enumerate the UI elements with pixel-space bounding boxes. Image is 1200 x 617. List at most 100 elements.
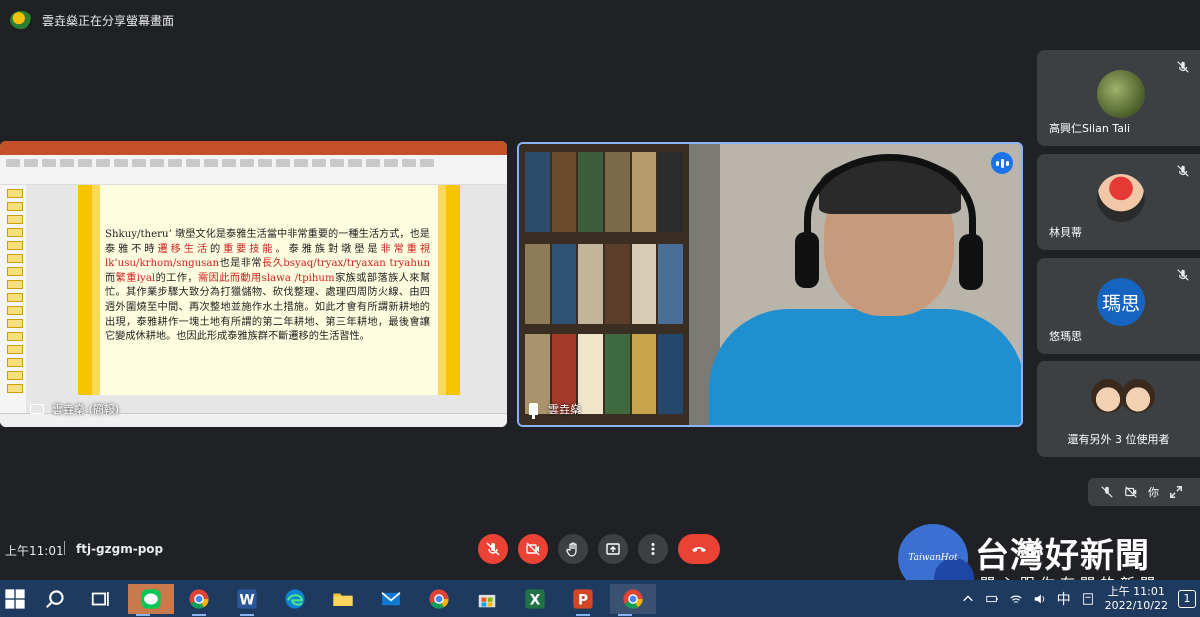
task-view-icon	[91, 592, 109, 606]
svg-text:W: W	[239, 593, 254, 609]
taskbar-app-line[interactable]	[128, 584, 174, 616]
speaker-name: 雲垚燊	[548, 403, 581, 416]
present-screen-button[interactable]	[598, 534, 628, 564]
slide-body-text: Shkuy/theru’ 墩壆文化是泰雅生活當中非常重要的一種生活方式，也是泰雅…	[105, 228, 430, 345]
hang-up-icon	[692, 547, 706, 552]
slide-highlight-term: 因此而	[208, 272, 241, 284]
camera-off-icon	[1125, 486, 1137, 498]
avatar	[1091, 379, 1125, 413]
edge-icon	[285, 589, 305, 609]
mic-off-icon	[1101, 486, 1113, 498]
self-view-chip[interactable]: 你	[1088, 478, 1200, 506]
hand-icon	[566, 542, 577, 557]
slide-highlight-term: 動用slawa /tpihum	[240, 272, 335, 284]
camera-off-icon	[526, 542, 540, 556]
input-language-indicator[interactable]: 中	[1057, 589, 1071, 609]
chrome-icon	[623, 589, 643, 609]
speaking-indicator-icon	[991, 152, 1013, 174]
svg-text:P: P	[578, 593, 588, 609]
chrome-icon	[429, 589, 449, 609]
ppt-titlebar	[0, 141, 507, 155]
line-app-icon	[141, 589, 161, 609]
word-icon: W	[237, 589, 257, 609]
toggle-camera-button[interactable]	[518, 534, 548, 564]
windows-taskbar: W X P 中 上午 11:01 2022/10/22 1	[0, 580, 1200, 617]
start-button[interactable]	[0, 584, 30, 614]
slide-text-segment: 的工作，	[155, 272, 198, 284]
volume-icon[interactable]	[1033, 592, 1047, 606]
bookshelf	[519, 144, 689, 425]
taskbar-app-chrome-meet[interactable]	[610, 584, 656, 616]
leave-call-button[interactable]	[678, 534, 720, 564]
shared-screen-tile[interactable]: Shkuy/theru’ 墩壆文化是泰雅生活當中非常重要的一種生活方式，也是泰雅…	[0, 141, 507, 427]
presenter-label: 雲垚燊 (簡報)	[52, 403, 120, 416]
search-button[interactable]	[40, 584, 70, 614]
system-tray: 中 上午 11:01 2022/10/22 1	[961, 580, 1200, 617]
speaker-shirt	[709, 309, 1021, 425]
slide-highlight-term: 遷移生活	[157, 243, 210, 255]
avatar	[1121, 379, 1155, 413]
more-vert-icon	[651, 543, 655, 555]
screen-share-icon	[30, 404, 44, 414]
mail-icon	[381, 592, 401, 606]
slide-text-segment: 也是非常	[219, 258, 262, 270]
taskbar-app-word[interactable]: W	[232, 584, 262, 616]
presenting-banner: 雲垚燊正在分享螢幕畫面	[0, 0, 1200, 40]
taskbar-app-chrome-profile[interactable]	[184, 584, 214, 616]
mic-off-icon	[1177, 61, 1189, 73]
slide-highlight-term: 需	[197, 272, 209, 284]
participant-name: 悠瑪思	[1049, 330, 1082, 343]
avatar	[1097, 174, 1145, 222]
speaker-video-tile[interactable]: 雲垚燊	[517, 142, 1023, 427]
slide-highlight-term: 繁重iyal	[115, 272, 156, 284]
meeting-code: ftj-gzgm-pop	[76, 542, 164, 556]
meeting-clock: 上午11:01	[5, 544, 64, 558]
slide-text-segment: 的	[209, 243, 224, 255]
svg-text:X: X	[530, 593, 541, 609]
taskbar-app-mail[interactable]	[376, 584, 406, 614]
mic-off-icon	[486, 542, 500, 556]
chevron-up-icon[interactable]	[961, 592, 975, 606]
pin-icon[interactable]	[529, 403, 538, 419]
mic-off-icon	[1177, 165, 1189, 177]
ime-icon[interactable]	[1081, 592, 1095, 606]
expand-icon[interactable]	[1169, 485, 1183, 499]
self-view-label: 你	[1148, 486, 1159, 499]
windows-logo-icon	[5, 589, 25, 609]
more-participants-tile[interactable]: 還有另外 3 位使用者	[1037, 361, 1200, 457]
participant-tile[interactable]: 林貝蒂	[1037, 154, 1200, 250]
chrome-icon	[189, 589, 209, 609]
watermark-title: 台灣好新聞	[975, 536, 1150, 576]
raise-hand-button[interactable]	[558, 534, 588, 564]
notification-badge[interactable]: 1	[1178, 589, 1196, 608]
presenter-chip: 雲垚燊 (簡報)	[30, 401, 119, 417]
wifi-icon[interactable]	[1009, 592, 1023, 606]
speaker-name-chip: 雲垚燊	[529, 401, 581, 419]
mic-off-icon	[1177, 269, 1189, 281]
battery-icon[interactable]	[985, 592, 999, 606]
slide-thumbnails	[0, 185, 26, 413]
participant-tile[interactable]: 高興仁Silan Tali	[1037, 50, 1200, 146]
taskbar-app-edge[interactable]	[280, 584, 310, 614]
avatar: 瑪思	[1097, 278, 1145, 326]
taskbar-app-explorer[interactable]	[328, 584, 358, 614]
participant-name: 高興仁Silan Tali	[1049, 122, 1131, 135]
more-options-button[interactable]	[638, 534, 668, 564]
excel-icon: X	[525, 589, 545, 609]
taskbar-app-excel[interactable]: X	[520, 584, 550, 614]
more-participants-label: 還有另外 3 位使用者	[1067, 433, 1170, 446]
presenter-avatar-icon	[10, 11, 32, 29]
taskbar-clock[interactable]: 上午 11:01 2022/10/22	[1105, 585, 1168, 613]
taskbar-app-store[interactable]	[472, 584, 502, 614]
slide-text-segment: 而	[105, 272, 116, 284]
task-view-button[interactable]	[86, 584, 116, 614]
ppt-ribbon	[0, 155, 507, 185]
slide-text-segment: 。泰雅族對墩壆是	[275, 243, 381, 255]
participant-tile[interactable]: 瑪思 悠瑪思	[1037, 258, 1200, 354]
toggle-mic-button[interactable]	[478, 534, 508, 564]
taskbar-app-powerpoint[interactable]: P	[568, 584, 598, 616]
search-icon	[46, 590, 64, 608]
participant-name: 林貝蒂	[1049, 226, 1082, 239]
headset	[804, 154, 976, 284]
taskbar-app-chrome[interactable]	[424, 584, 454, 614]
